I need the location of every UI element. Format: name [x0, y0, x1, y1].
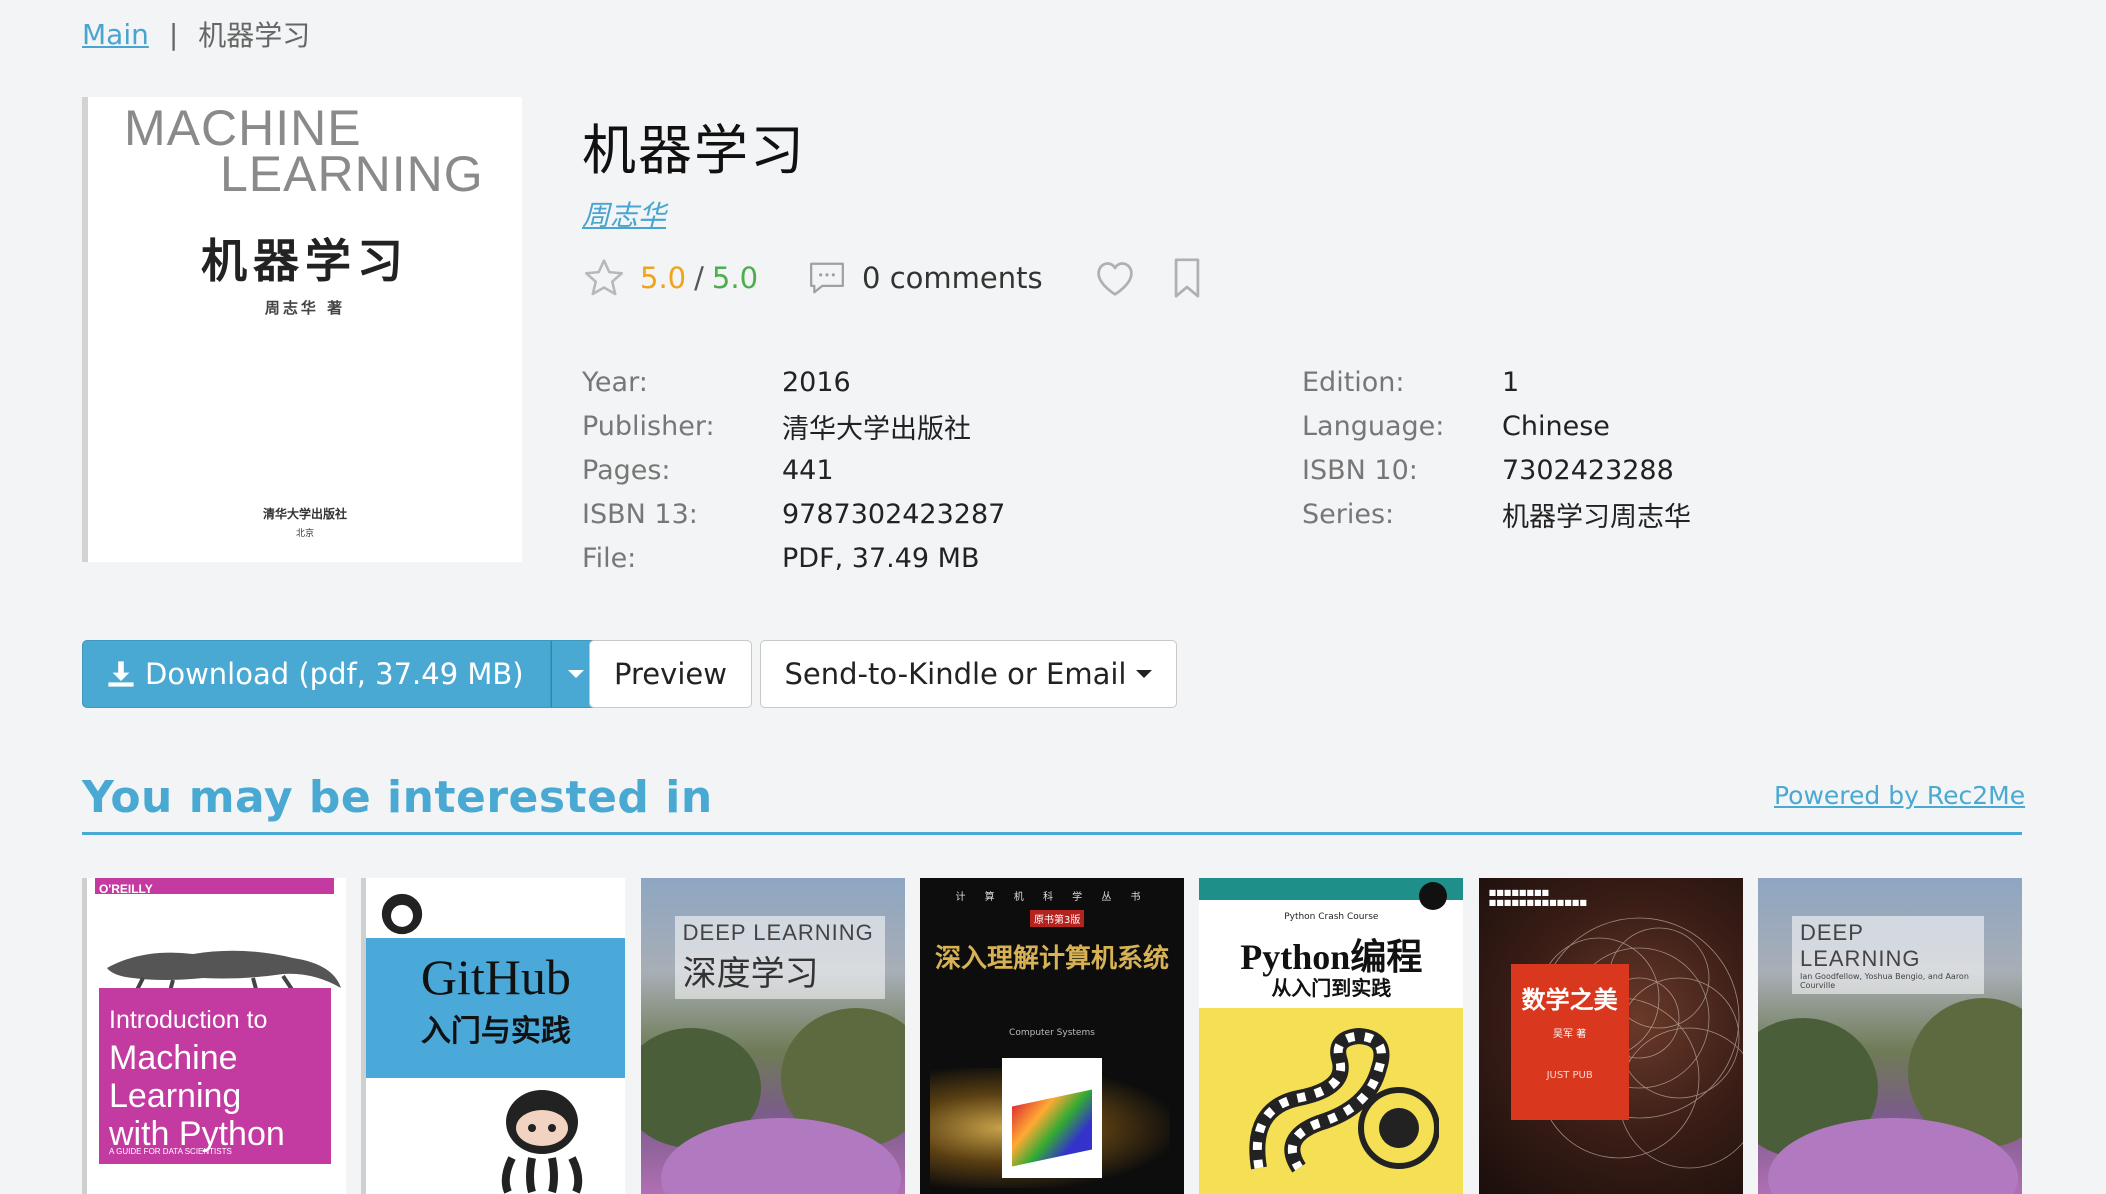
- book-detail-page: Main | 机器学习 MACHINE LEARNING 机器学习 周志华 著 …: [0, 0, 2106, 1194]
- book-subtitle: 入门与实践: [420, 1014, 571, 1049]
- download-button[interactable]: Download (pdf, 37.49 MB): [82, 640, 551, 708]
- publisher-bar: O'REILLY: [95, 878, 334, 896]
- book-properties-right: Edition: 1 Language: Chinese ISBN 10: 73024…: [1302, 360, 1691, 536]
- recommended-book[interactable]: Python Crash Course Python编程 从入门到实践: [1199, 878, 1464, 1194]
- cover-publisher: 清华大学出版社 北京: [262, 507, 347, 539]
- book-title-box: DEEP LEARNING 深度学习: [674, 916, 885, 999]
- breadcrumb-home-link[interactable]: Main: [82, 18, 149, 51]
- recommended-book[interactable]: DEEP LEARNING 深度学习: [640, 878, 905, 1194]
- recommendations-divider: [82, 832, 2022, 835]
- prop-series: Series: 机器学习周志华: [1302, 498, 1691, 533]
- recommended-book[interactable]: DEEP LEARNING Ian Goodfellow, Yoshua Ben…: [1757, 878, 2022, 1194]
- octocat-illustration: [502, 1090, 583, 1194]
- snake-illustration: [1249, 1028, 1440, 1173]
- download-button-group: Download (pdf, 37.49 MB): [82, 640, 601, 708]
- send-to-kindle-label: Send-to-Kindle or Email: [784, 657, 1127, 691]
- github-icon: [382, 893, 423, 935]
- breadcrumb-separator: |: [168, 17, 179, 51]
- prop-year: Year: 2016: [582, 366, 851, 398]
- caret-down-icon: [567, 670, 584, 678]
- cover-top-text: ■■■■■■■■ ■■■■■■■■■■■■■: [1488, 888, 1587, 907]
- cover-english-title: MACHINE LEARNING: [124, 100, 484, 202]
- rating-value: 5.0: [640, 261, 687, 295]
- rating-separator: /: [694, 261, 704, 295]
- star-icon[interactable]: [582, 256, 626, 300]
- prop-isbn13: ISBN 13: 9787302423287: [582, 498, 1006, 530]
- recommended-book[interactable]: ■■■■■■■■ ■■■■■■■■■■■■■ 数学之美 吴军 著 JUST PUB: [1478, 878, 1743, 1194]
- recommended-book[interactable]: GitHub 入门与实践: [361, 878, 626, 1194]
- book-subtitle: Computer Systems: [1009, 1028, 1095, 1038]
- breadcrumb: Main | 机器学习: [82, 14, 310, 54]
- author-link[interactable]: 周志华: [582, 194, 666, 234]
- prop-publisher: Publisher: 清华大学出版社: [582, 410, 971, 445]
- recommendations-heading: You may be interested in: [82, 772, 713, 823]
- book-subtitle: 从入门到实践: [1271, 976, 1392, 1000]
- book-cover[interactable]: MACHINE LEARNING 机器学习 周志华 著 清华大学出版社 北京: [82, 97, 522, 562]
- recommended-book[interactable]: O'REILLY Introduction to Machine Learnin…: [82, 878, 346, 1194]
- prop-language: Language: Chinese: [1302, 410, 1610, 442]
- download-label: Download (pdf, 37.49 MB): [145, 657, 524, 691]
- book-title-box: 数学之美 吴军 著 JUST PUB: [1510, 964, 1629, 1120]
- preview-label: Preview: [614, 657, 727, 691]
- recommended-book[interactable]: 计 算 机 科 学 丛 书 原书第3版 深入理解计算机系统 Computer S…: [919, 878, 1184, 1194]
- rating-max: 5.0: [711, 261, 759, 295]
- edition-badge: 原书第3版: [1029, 910, 1085, 927]
- prop-file: File: PDF, 37.49 MB: [582, 542, 980, 574]
- prop-edition: Edition: 1: [1302, 366, 1520, 398]
- prop-isbn10: ISBN 10: 7302423288: [1302, 454, 1674, 486]
- caret-down-icon: [1136, 670, 1153, 678]
- download-icon: [108, 661, 134, 687]
- breadcrumb-current: 机器学习: [198, 19, 311, 52]
- inset-cover: [1001, 1058, 1102, 1178]
- book-title: 深入理解计算机系统: [934, 944, 1169, 974]
- powered-by-link[interactable]: Powered by Rec2Me: [1774, 781, 2025, 810]
- cover-author: 周志华 著: [264, 299, 346, 317]
- preview-button[interactable]: Preview: [589, 640, 752, 708]
- book-properties-left: Year: 2016 Publisher: 清华大学出版社 Pages: 441 IS…: [582, 360, 1005, 580]
- prop-pages: Pages: 441: [582, 454, 834, 486]
- comment-icon[interactable]: [808, 260, 846, 296]
- cover-chinese-title: 机器学习: [201, 234, 409, 288]
- book-title-box: Introduction to Machine Learning with Py…: [99, 988, 331, 1164]
- bookmark-icon[interactable]: [1171, 258, 1203, 298]
- book-title: GitHub: [420, 949, 571, 1005]
- book-title-box: DEEP LEARNING Ian Goodfellow, Yoshua Ben…: [1791, 916, 1984, 994]
- recommendations-list: O'REILLY Introduction to Machine Learnin…: [82, 878, 2022, 1194]
- book-english-title: Python Crash Course: [1284, 912, 1379, 922]
- series-label: 计 算 机 科 学 丛 书: [955, 892, 1149, 903]
- book-title: 机器学习: [582, 119, 806, 182]
- send-to-kindle-button[interactable]: Send-to-Kindle or Email: [760, 640, 1177, 708]
- rating-row: 5.0 / 5.0 0 comments: [582, 253, 1203, 303]
- heart-icon[interactable]: [1093, 258, 1137, 298]
- comments-count[interactable]: 0 comments: [862, 261, 1043, 295]
